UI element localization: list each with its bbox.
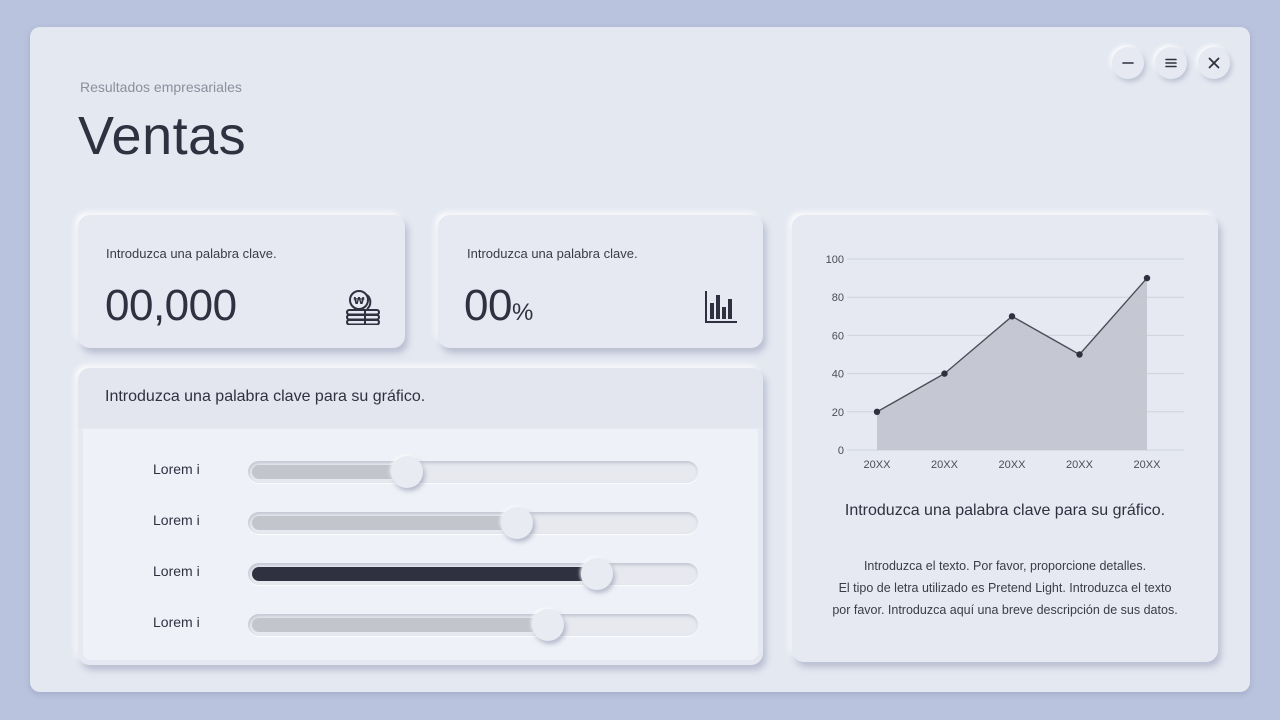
slider-track[interactable]	[248, 609, 698, 641]
kpi-unit: %	[511, 299, 533, 326]
close-icon	[1208, 57, 1220, 69]
data-point	[1076, 351, 1083, 358]
slider-handle[interactable]	[532, 609, 565, 641]
slider-fill	[252, 618, 549, 632]
y-tick-label: 20	[832, 407, 844, 419]
area-chart: 0 20 40 60 80 100 20XX 20XX 20XX 20XX 20XX	[826, 254, 1184, 471]
slider-fill	[252, 516, 518, 530]
slider-track[interactable]	[248, 456, 698, 488]
slider-panel: Introduzca una palabra clave para su grá…	[78, 368, 763, 665]
bar-chart-icon	[705, 291, 737, 323]
kpi-value: 00%	[464, 281, 533, 331]
close-button[interactable]	[1198, 47, 1230, 79]
x-tick-label: 20XX	[931, 459, 959, 471]
page-subtitle: Resultados empresariales	[80, 79, 242, 95]
chart-description-line: por favor. Introduzca aquí una breve des…	[832, 603, 1178, 617]
slider-label: Lorem i	[153, 512, 200, 528]
slider-label: Lorem i	[153, 614, 200, 630]
data-point	[941, 370, 948, 377]
hamburger-icon	[1165, 58, 1177, 68]
x-tick-label: 20XX	[1066, 459, 1094, 471]
coins-icon: ₩	[346, 290, 380, 325]
slider-label: Lorem i	[153, 461, 200, 477]
kpi-value: 00,000	[105, 281, 237, 331]
slider-handle[interactable]	[580, 558, 613, 590]
kpi-card-percentage: Introduzca una palabra clave. 00%	[438, 215, 763, 348]
slider-handle[interactable]	[390, 456, 423, 488]
kpi-number: 00,000	[105, 281, 237, 330]
svg-text:₩: ₩	[353, 296, 364, 307]
slider-track[interactable]	[248, 558, 698, 590]
area-fill	[877, 278, 1147, 450]
slider-row: Lorem i	[83, 609, 758, 641]
menu-button[interactable]	[1155, 47, 1187, 79]
data-point	[1143, 274, 1151, 282]
y-tick-label: 100	[826, 254, 844, 266]
slider-label: Lorem i	[153, 563, 200, 579]
slider-handle[interactable]	[501, 507, 534, 539]
kpi-card-sales: Introduzca una palabra clave. 00,000 ₩	[78, 215, 405, 348]
minimize-button[interactable]	[1112, 47, 1144, 79]
x-tick-label: 20XX	[864, 459, 892, 471]
slider-panel-title: Introduzca una palabra clave para su grá…	[78, 368, 763, 428]
window-controls	[1112, 47, 1230, 79]
chart-panel: 0 20 40 60 80 100 20XX 20XX 20XX 20XX 20XX Introdu…	[792, 215, 1218, 662]
chart-description-line: Introduzca el texto. Por favor, proporci…	[863, 559, 1147, 573]
chart-description: Introduzca el texto. Por favor, proporci…	[792, 555, 1218, 621]
chart-description-line: El tipo de letra utilizado es Pretend Li…	[838, 581, 1172, 595]
y-tick-label: 60	[832, 330, 844, 342]
kpi-number: 00	[464, 281, 512, 330]
slider-list: Lorem i Lorem i Lorem i Lorem i	[83, 429, 758, 660]
x-tick-label: 20XX	[1134, 459, 1162, 471]
kpi-label: Introduzca una palabra clave.	[106, 246, 277, 261]
slider-fill	[252, 465, 407, 479]
page-title: Ventas	[78, 106, 247, 166]
y-tick-label: 80	[832, 292, 844, 304]
slider-row: Lorem i	[83, 558, 758, 590]
y-tick-label: 40	[832, 369, 844, 381]
x-tick-label: 20XX	[999, 459, 1027, 471]
chart-caption: Introduzca una palabra clave para su grá…	[844, 502, 1166, 519]
minus-icon	[1122, 62, 1134, 64]
data-point	[1008, 313, 1016, 320]
data-point	[873, 408, 881, 415]
slider-track[interactable]	[248, 507, 698, 539]
slider-fill	[252, 567, 597, 581]
app-window: Resultados empresariales Ventas Introduz…	[30, 27, 1250, 692]
slider-row: Lorem i	[83, 507, 758, 539]
slider-row: Lorem i	[83, 456, 758, 488]
y-tick-label: 0	[838, 445, 844, 457]
kpi-label: Introduzca una palabra clave.	[467, 246, 638, 261]
